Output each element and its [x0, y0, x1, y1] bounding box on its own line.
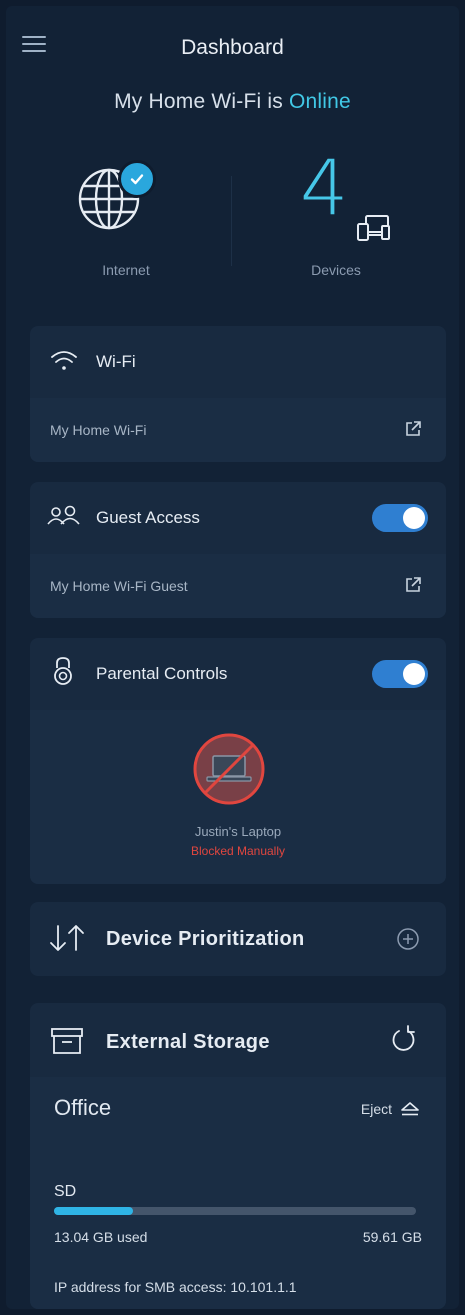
- external-storage-card[interactable]: External Storage Office Eject SD 13.04 G…: [30, 1003, 446, 1309]
- wifi-card[interactable]: Wi-Fi My Home Wi-Fi: [30, 326, 446, 462]
- blocked-device-name: Justin's Laptop: [194, 824, 282, 839]
- internet-label: Internet: [102, 262, 150, 278]
- wifi-icon: [51, 351, 77, 370]
- parental-controls-card[interactable]: Parental Controls Justin's Laptop Blocke…: [30, 638, 446, 884]
- online-check-icon: [118, 160, 156, 198]
- blocked-laptop-icon: [193, 733, 265, 805]
- page-title: Dashboard: [181, 36, 284, 59]
- wifi-network-row[interactable]: My Home Wi-Fi: [30, 398, 446, 462]
- storage-drive-panel: Office Eject SD 13.04 GB used 59.61 GB I…: [30, 1077, 446, 1309]
- guest-access-toggle[interactable]: [372, 504, 428, 532]
- add-circle-icon[interactable]: [396, 927, 420, 951]
- guest-access-card[interactable]: Guest Access My Home Wi-Fi Guest: [30, 482, 446, 618]
- devices-tile[interactable]: 4 Devices: [236, 146, 436, 296]
- eject-label: Eject: [360, 1101, 392, 1117]
- parental-title: Parental Controls: [96, 664, 228, 683]
- blocked-device-state: Blocked Manually: [190, 844, 286, 858]
- refresh-icon[interactable]: [390, 1025, 416, 1053]
- smb-ip-address: IP address for SMB access: 10.101.1.1: [54, 1279, 297, 1295]
- internet-tile[interactable]: Internet: [26, 146, 226, 296]
- lock-icon: [54, 657, 72, 685]
- external-link-icon[interactable]: [404, 576, 422, 594]
- devices-label: Devices: [311, 262, 361, 278]
- prioritization-title: Device Prioritization: [106, 928, 305, 950]
- drive-name: Office: [54, 1095, 112, 1120]
- parental-controls-toggle[interactable]: [372, 660, 428, 688]
- guest-header: Guest Access: [30, 482, 446, 552]
- summary-divider: [231, 176, 232, 266]
- network-status: My Home Wi-Fi is Online: [6, 90, 459, 114]
- storage-used: 13.04 GB used: [54, 1229, 148, 1245]
- status-online: Online: [288, 90, 351, 113]
- status-prefix: My Home Wi-Fi is: [114, 90, 289, 113]
- storage-total: 59.61 GB: [362, 1229, 422, 1245]
- eject-icon: [401, 1102, 419, 1116]
- top-bar: Dashboard: [6, 6, 459, 86]
- wifi-header: Wi-Fi: [30, 326, 446, 396]
- guests-icon: [47, 505, 80, 525]
- app-frame: Dashboard My Home Wi-Fi is Online Intern…: [6, 6, 459, 1309]
- wifi-network-name: My Home Wi-Fi: [50, 422, 147, 438]
- guest-title: Guest Access: [96, 508, 200, 527]
- devices-icon: [357, 215, 390, 241]
- sort-arrows-icon: [50, 925, 84, 951]
- volume-label: SD: [54, 1183, 77, 1200]
- storage-title: External Storage: [106, 1031, 270, 1053]
- summary-section: Internet 4 Devices: [6, 146, 459, 306]
- storage-usage-bar: [54, 1207, 416, 1215]
- guest-network-name: My Home Wi-Fi Guest: [50, 578, 188, 594]
- blocked-device[interactable]: Justin's Laptop Blocked Manually: [30, 732, 446, 872]
- blocked-device-area: Justin's Laptop Blocked Manually: [30, 710, 446, 884]
- storage-usage-fill: [54, 1207, 134, 1215]
- external-link-icon[interactable]: [404, 420, 422, 438]
- storage-box-icon: [51, 1028, 83, 1054]
- devices-count: 4: [300, 143, 349, 232]
- wifi-title: Wi-Fi: [96, 352, 136, 371]
- eject-button[interactable]: Eject: [361, 1101, 420, 1117]
- parental-header: Parental Controls: [30, 638, 446, 708]
- guest-network-row[interactable]: My Home Wi-Fi Guest: [30, 554, 446, 618]
- storage-header: External Storage: [30, 1003, 446, 1077]
- device-prioritization-card[interactable]: Device Prioritization: [30, 902, 446, 976]
